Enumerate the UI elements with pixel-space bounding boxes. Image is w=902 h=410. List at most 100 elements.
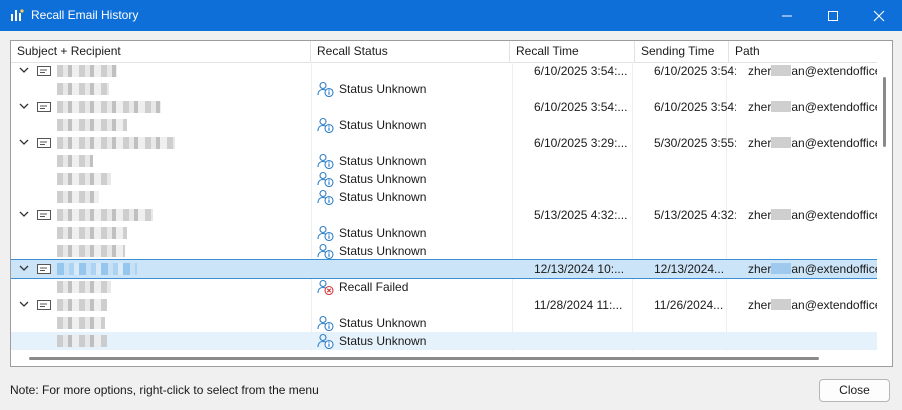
redacted-subject — [57, 299, 107, 311]
redacted-recipient — [57, 119, 127, 131]
footer-note: Note: For more options, right-click to s… — [10, 383, 319, 397]
redacted-subject — [57, 101, 161, 113]
recall-time: 6/10/2025 3:29:... — [534, 136, 628, 150]
chevron-down-icon[interactable] — [19, 103, 29, 111]
user-info-icon — [317, 243, 334, 259]
path-value: zher an@extendoffice — [748, 260, 878, 278]
chevron-down-icon[interactable] — [19, 139, 29, 147]
title-bar: Recall Email History — [0, 0, 902, 31]
col-sending-time[interactable]: Sending Time — [635, 41, 729, 62]
close-button[interactable]: Close — [819, 379, 890, 402]
mail-icon — [37, 66, 51, 76]
mail-icon — [37, 102, 51, 112]
sending-time: 6/10/2025 3:54:... — [654, 100, 736, 114]
path-prefix: zher — [748, 64, 772, 78]
mail-icon — [37, 264, 51, 274]
redacted-path — [771, 101, 792, 112]
chevron-down-icon[interactable] — [19, 211, 29, 219]
path-value: zher an@extendoffice — [748, 134, 878, 152]
chevron-down-icon[interactable] — [19, 67, 29, 75]
status-label: Status Unknown — [339, 154, 427, 168]
redacted-recipient — [57, 173, 111, 185]
redacted-recipient — [57, 317, 105, 329]
table-header: Subject + Recipient Recall Status Recall… — [11, 41, 892, 63]
close-window-button[interactable] — [856, 0, 902, 31]
recall-time: 11/28/2024 11:... — [534, 298, 623, 312]
mail-icon — [37, 210, 51, 220]
recall-history-table: Subject + Recipient Recall Status Recall… — [10, 40, 893, 367]
recall-email-history-window: Recall Email History Subject + Recipient… — [0, 0, 902, 410]
user-info-icon — [317, 225, 334, 241]
sending-time: 6/10/2025 3:54:... — [654, 64, 736, 78]
mail-icon — [37, 138, 51, 148]
mail-icon — [37, 300, 51, 310]
status-label: Status Unknown — [339, 190, 427, 204]
chevron-down-icon[interactable] — [19, 265, 29, 273]
table-row[interactable]: 6/10/2025 3:29:... 5/30/2025 3:55:... zher… — [11, 134, 878, 152]
sending-time: 12/13/2024... — [654, 262, 725, 276]
list-item[interactable]: Status Unknown — [11, 116, 877, 134]
path-value: zher an@extendoffice — [748, 206, 878, 224]
maximize-icon — [828, 11, 838, 21]
list-item[interactable]: Status Unknown — [11, 170, 877, 188]
minimize-button[interactable] — [764, 0, 810, 31]
recall-time: 5/13/2025 4:32:... — [534, 208, 628, 222]
list-item[interactable]: Recall Failed — [11, 278, 877, 296]
vertical-scroll-thumb[interactable] — [883, 77, 886, 147]
user-failed-icon — [317, 279, 334, 295]
redacted-path — [771, 299, 792, 310]
redacted-recipient — [57, 245, 125, 257]
sending-time: 11/26/2024... — [654, 298, 724, 312]
table-row[interactable]: 6/10/2025 3:54:... 6/10/2025 3:54:... zher… — [11, 62, 878, 80]
status-label: Status Unknown — [339, 316, 427, 330]
path-prefix: zher — [748, 298, 772, 312]
list-item[interactable]: Status Unknown — [11, 224, 877, 242]
path-prefix: zher — [748, 136, 772, 150]
user-info-icon — [317, 81, 334, 97]
table-row[interactable]: 6/10/2025 3:54:... 6/10/2025 3:54:... zher… — [11, 98, 878, 116]
col-subject-recipient[interactable]: Subject + Recipient — [11, 41, 311, 62]
path-prefix: zher — [748, 262, 772, 276]
path-value: zher an@extendoffice — [748, 62, 878, 80]
path-suffix: an@extendoffice — [791, 208, 878, 222]
user-info-icon — [317, 153, 334, 169]
redacted-recipient — [57, 83, 109, 95]
status-label: Status Unknown — [339, 334, 427, 348]
col-recall-time[interactable]: Recall Time — [510, 41, 635, 62]
vertical-scrollbar[interactable] — [877, 62, 892, 352]
status-label: Status Unknown — [339, 82, 427, 96]
path-value: zher an@extendoffice — [748, 296, 878, 314]
status-label: Status Unknown — [339, 172, 427, 186]
list-item[interactable]: Status Unknown — [11, 242, 877, 260]
path-suffix: an@extendoffice — [791, 298, 878, 312]
user-info-icon — [317, 315, 334, 331]
table-row[interactable]: 12/13/2024 10:... 12/13/2024... zher an@ext… — [11, 259, 878, 279]
list-item[interactable]: Status Unknown — [11, 80, 877, 98]
chevron-down-icon[interactable] — [19, 301, 29, 309]
recall-time: 12/13/2024 10:... — [534, 262, 625, 276]
window-title: Recall Email History — [31, 8, 139, 22]
path-suffix: an@extendoffice — [791, 100, 878, 114]
redacted-path — [771, 209, 792, 220]
user-info-icon — [317, 171, 334, 187]
path-suffix: an@extendoffice — [791, 64, 878, 78]
redacted-recipient — [57, 155, 93, 167]
col-path[interactable]: Path — [729, 41, 892, 62]
maximize-button[interactable] — [810, 0, 856, 31]
path-suffix: an@extendoffice — [791, 136, 878, 150]
redacted-recipient — [57, 281, 111, 293]
horizontal-scrollbar[interactable] — [11, 351, 877, 365]
path-prefix: zher — [748, 100, 772, 114]
table-row[interactable]: 5/13/2025 4:32:... 5/13/2025 4:32:... zher… — [11, 206, 878, 224]
table-row[interactable]: 11/28/2024 11:... 11/26/2024... zher an@ext… — [11, 296, 878, 314]
list-item[interactable]: Status Unknown — [11, 152, 877, 170]
horizontal-scroll-thumb[interactable] — [29, 357, 819, 360]
app-chart-icon — [11, 9, 24, 21]
list-item[interactable]: Status Unknown — [11, 188, 877, 206]
status-label: Status Unknown — [339, 244, 427, 258]
redacted-path — [771, 137, 792, 148]
list-item[interactable]: Status Unknown — [11, 332, 877, 350]
redacted-subject — [57, 65, 117, 77]
list-item[interactable]: Status Unknown — [11, 314, 877, 332]
col-recall-status[interactable]: Recall Status — [311, 41, 510, 62]
